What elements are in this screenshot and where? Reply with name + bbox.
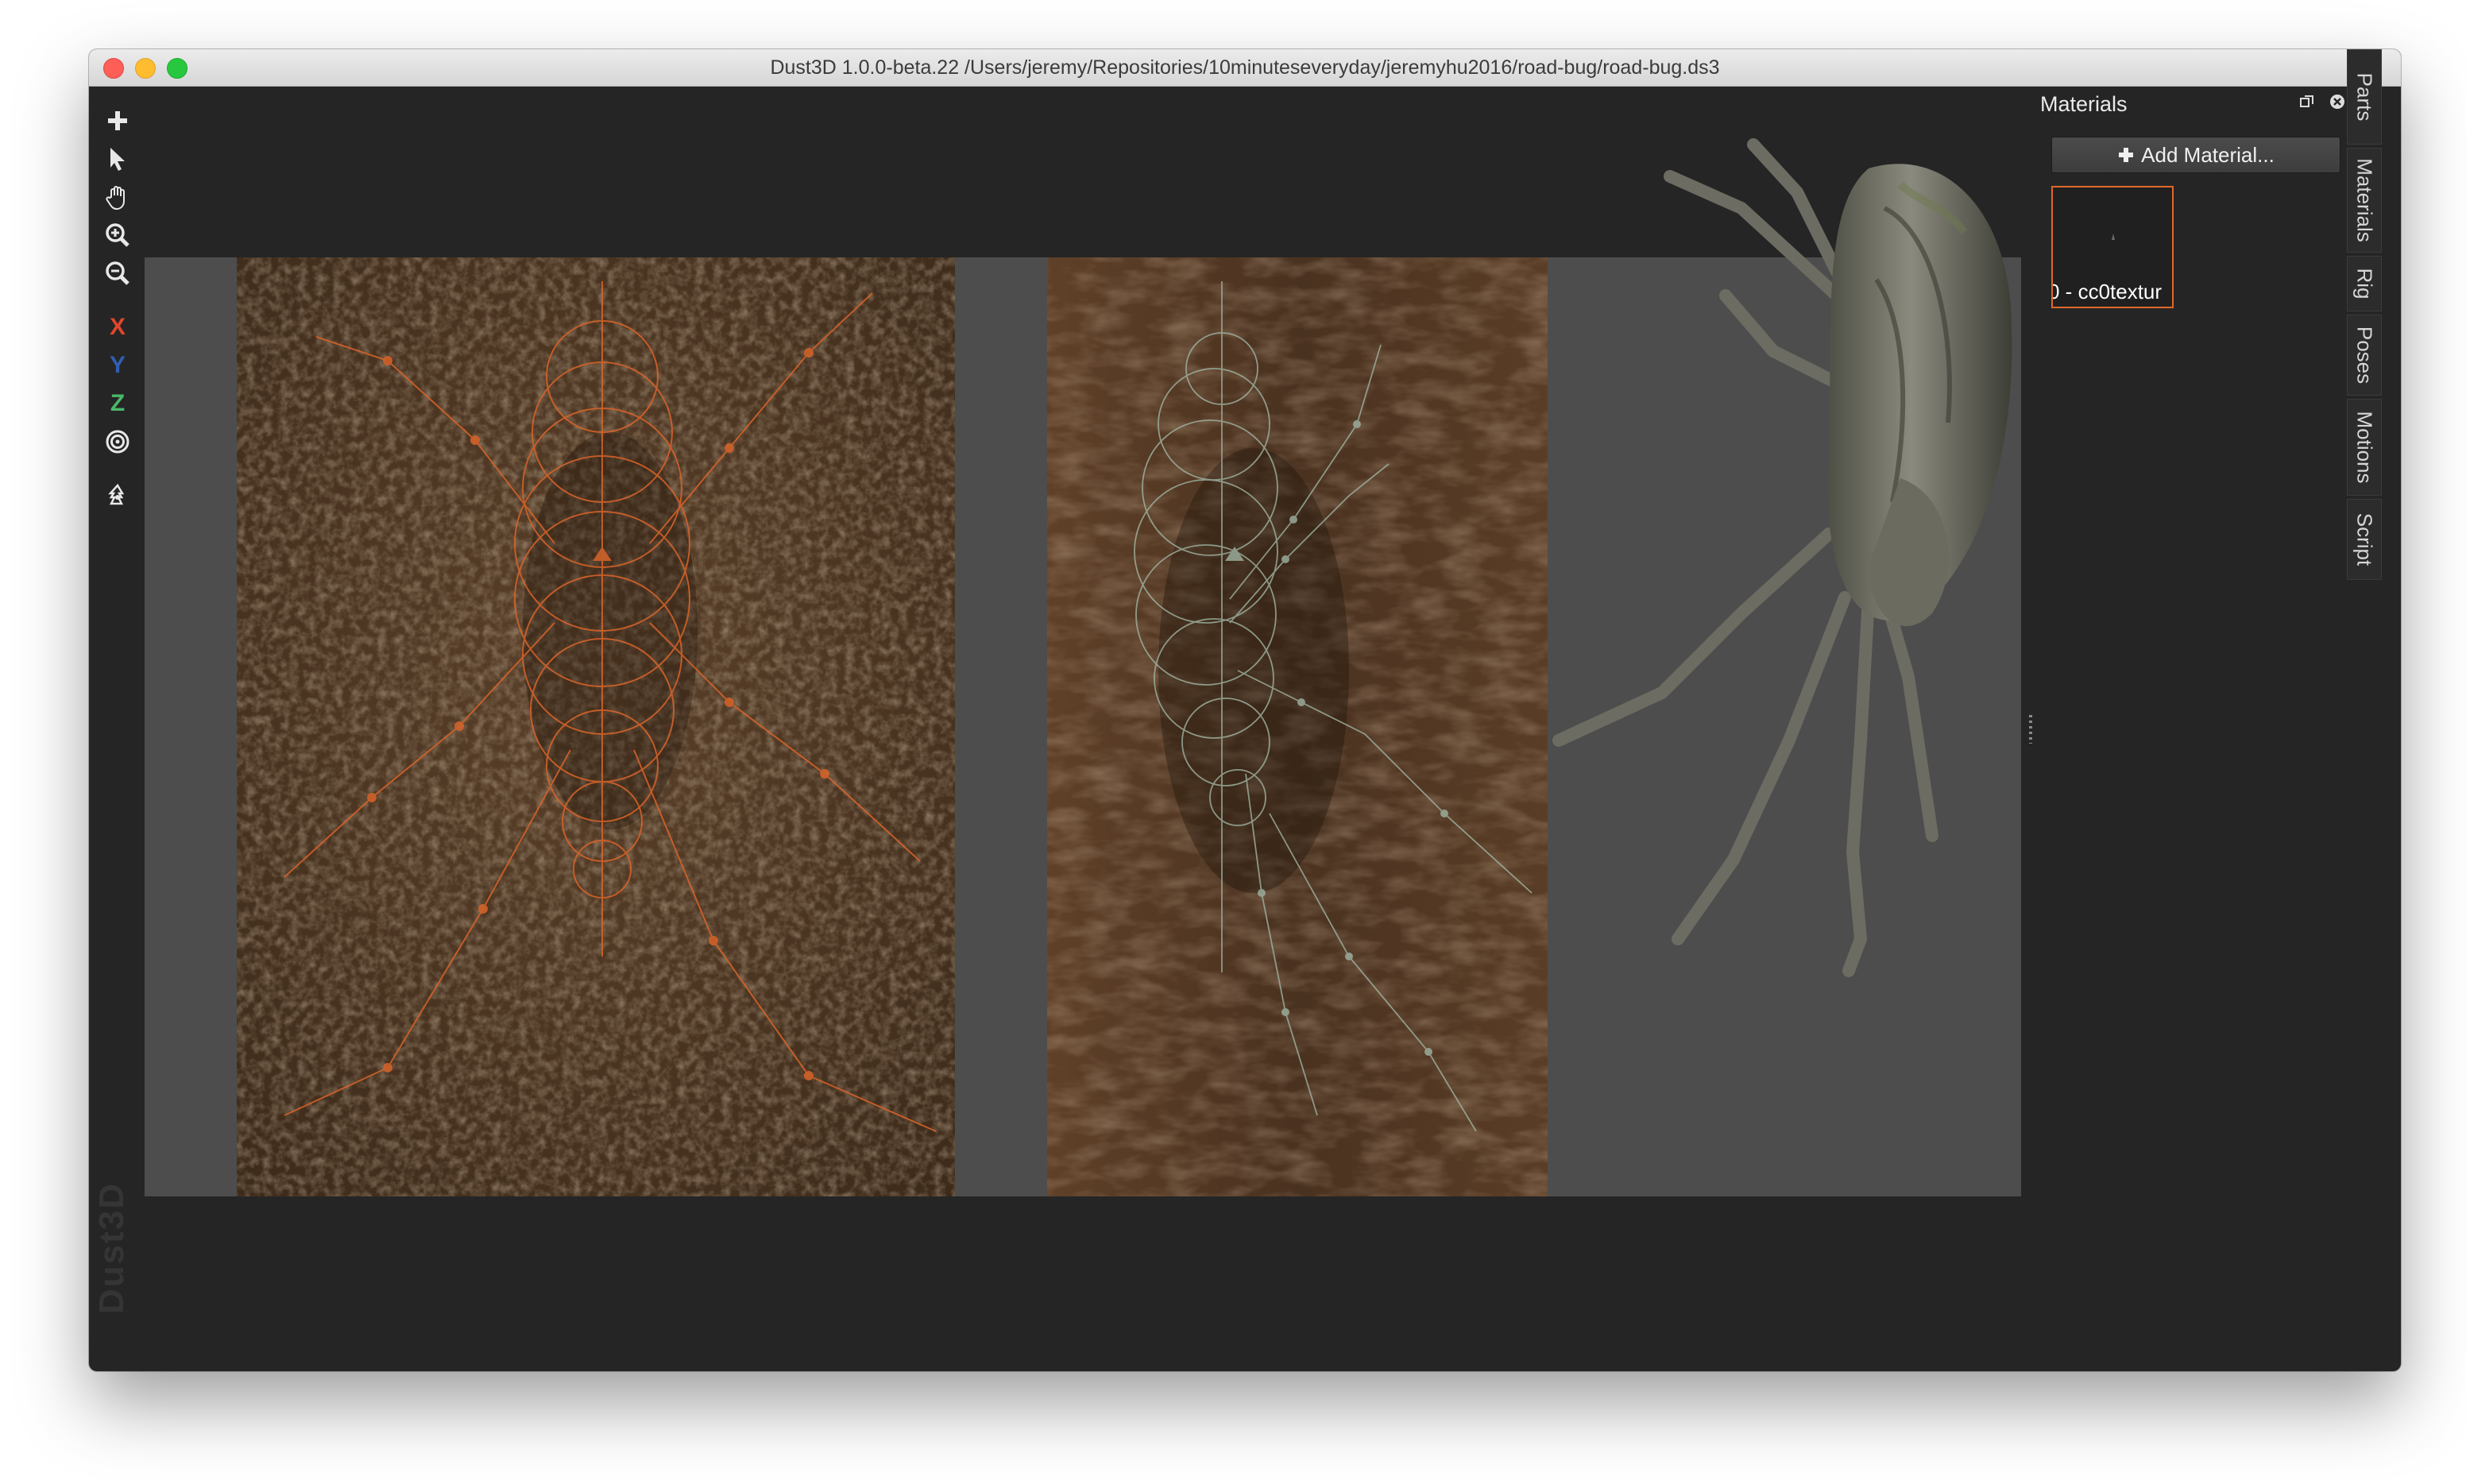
front-reference-image [237,257,955,1196]
pan-button[interactable] [100,181,135,213]
y-axis-lock-button[interactable]: Y [100,350,135,381]
zoom-out-icon [106,261,129,285]
recycle-icon [108,483,125,505]
zoom-in-icon [106,223,129,247]
tab-motions[interactable]: Motions [2347,399,2382,496]
dock-resize-handle[interactable] [2029,715,2032,744]
tab-rig[interactable]: Rig [2347,256,2382,311]
tab-poses[interactable]: Poses [2347,315,2382,396]
tab-parts-label: Parts [2352,72,2377,122]
add-node-button[interactable] [100,105,135,137]
tab-parts[interactable]: Parts [2347,49,2382,145]
close-icon [2330,95,2344,109]
zoom-out-button[interactable] [100,257,135,289]
select-arrow-icon [110,148,125,171]
select-button[interactable] [100,143,135,175]
materials-panel-title: Materials [2040,92,2128,116]
regenerate-button[interactable] [100,480,135,512]
side-reference-image [1047,257,1548,1196]
x-axis-lock-button[interactable]: X [100,311,135,343]
material-item-label: 0 - cc0textur [2053,280,2163,303]
close-panel-button[interactable] [2328,92,2347,111]
radius-lock-button[interactable] [100,426,135,458]
add-icon [2119,148,2134,162]
material-preview [2112,234,2115,240]
tab-rig-label: Rig [2352,268,2377,300]
undock-icon [2300,95,2313,107]
tab-materials-label: Materials [2352,158,2377,242]
app-window: Dust3D 1.0.0-beta.22 /Users/jeremy/Repos… [89,49,2401,1371]
tab-script[interactable]: Script [2347,499,2382,580]
window-title: Dust3D 1.0.0-beta.22 /Users/jeremy/Repos… [770,56,1720,79]
add-material-button[interactable]: Add Material... [2051,137,2340,173]
tab-poses-label: Poses [2352,326,2377,385]
tab-materials[interactable]: Materials [2347,148,2382,253]
add-icon [108,111,127,130]
radius-target-icon [106,430,129,454]
float-panel-button[interactable] [2298,92,2317,111]
title-bar: Dust3D 1.0.0-beta.22 /Users/jeremy/Repos… [89,49,2401,87]
material-item[interactable]: 0 - cc0textur [2051,186,2174,308]
z-axis-lock-button[interactable]: Z [100,388,135,419]
zoom-in-button[interactable] [100,219,135,251]
tab-script-label: Script [2352,512,2377,566]
tab-motions-label: Motions [2352,411,2377,484]
hand-pan-icon [106,186,125,211]
add-material-label: Add Material... [2141,142,2275,167]
model-3d-preview[interactable] [1535,121,2043,1034]
dust3d-watermark: Dust3D [92,1181,131,1314]
